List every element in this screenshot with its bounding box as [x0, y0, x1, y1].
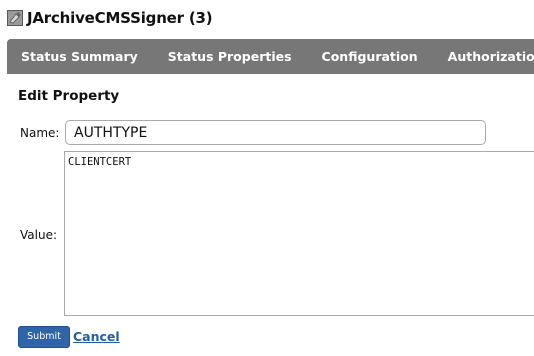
header: JArchiveCMSSigner (3)	[7, 7, 213, 29]
name-input[interactable]	[65, 120, 486, 145]
submit-button[interactable]: Submit	[18, 326, 70, 348]
value-textarea[interactable]: CLIENTCERT	[64, 151, 534, 316]
tab-status-summary[interactable]: Status Summary	[7, 39, 153, 74]
cancel-link[interactable]: Cancel	[73, 329, 120, 344]
value-label: Value:	[20, 228, 57, 242]
page: JArchiveCMSSigner (3) Status Summary Sta…	[0, 0, 534, 356]
tab-status-properties[interactable]: Status Properties	[153, 39, 307, 74]
worker-icon	[7, 10, 23, 26]
name-label: Name:	[20, 126, 60, 140]
page-title: JArchiveCMSSigner (3)	[27, 9, 213, 27]
section-title: Edit Property	[18, 88, 120, 104]
tab-configuration[interactable]: Configuration	[307, 39, 433, 74]
tab-authorization[interactable]: Authorization	[433, 39, 534, 74]
tab-bar: Status Summary Status Properties Configu…	[7, 39, 534, 74]
